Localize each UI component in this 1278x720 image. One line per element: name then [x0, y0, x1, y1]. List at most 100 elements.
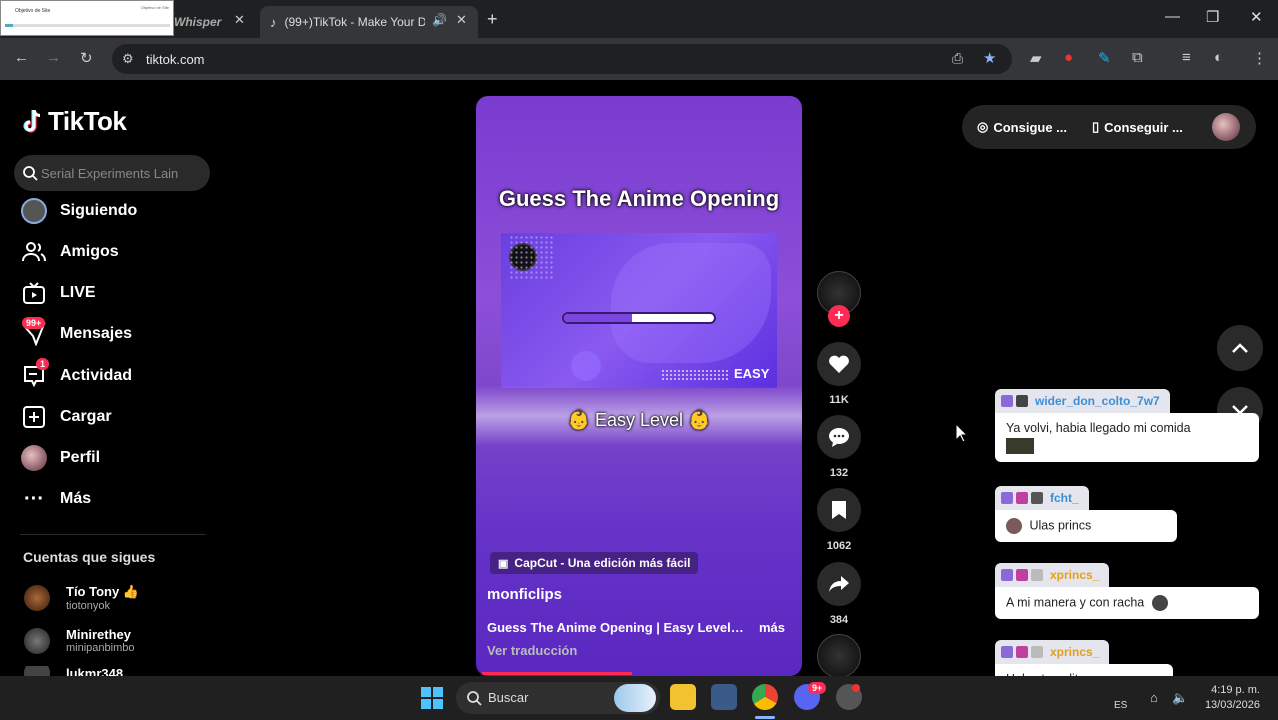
avatar	[24, 627, 50, 654]
app-pinned-icon[interactable]	[711, 684, 737, 710]
site-info-icon[interactable]: ⚙	[122, 51, 134, 67]
tab-tiktok[interactable]: ♪ (99+)TikTok - Make Your Da 🔊 ✕	[260, 6, 478, 38]
taskbar-search[interactable]: Buscar	[456, 682, 660, 714]
nav-cargar[interactable]: Cargar	[20, 402, 210, 432]
close-tab-icon[interactable]: ✕	[456, 12, 467, 28]
extension-icon[interactable]: ▰	[1030, 49, 1042, 67]
chat-badge-icon	[1001, 569, 1013, 581]
heart-icon	[817, 342, 861, 386]
creator-avatar-button[interactable]: +	[817, 271, 861, 327]
avatar	[24, 666, 50, 676]
comment-button[interactable]: 132	[817, 415, 861, 479]
file-explorer-icon[interactable]	[670, 684, 696, 710]
chat-user-tag: wider_don_colto_7w7	[995, 389, 1170, 413]
like-button[interactable]: 11K	[817, 342, 861, 406]
restore-icon[interactable]: ❐	[1206, 8, 1219, 26]
install-app-icon[interactable]: ⎙	[952, 50, 963, 67]
search-box[interactable]	[14, 155, 210, 191]
extensions-puzzle-icon[interactable]: ⧉	[1132, 49, 1143, 66]
nav-amigos[interactable]: Amigos	[20, 237, 210, 267]
save-button[interactable]: 1062	[817, 488, 861, 552]
sound-disc-button[interactable]	[817, 634, 861, 676]
windows-start-icon[interactable]	[421, 687, 443, 709]
decor-dots	[509, 235, 553, 279]
adblock-icon[interactable]: ●	[1064, 49, 1073, 66]
video-author[interactable]: monficlips	[487, 586, 562, 603]
search-icon	[23, 166, 38, 181]
follow-plus-icon[interactable]: +	[828, 305, 850, 327]
translate-extension-icon[interactable]: ✎	[1098, 49, 1111, 67]
comment-count: 132	[829, 467, 849, 479]
share-button[interactable]: 384	[817, 562, 861, 626]
chat-badge-icon	[1031, 569, 1043, 581]
account-name: lukmr348	[66, 666, 124, 676]
url-text[interactable]: tiktok.com	[146, 52, 205, 67]
get-coins-button[interactable]: ◎ Consigue ...	[977, 119, 1067, 135]
followed-account[interactable]: Minirethey minipanbimbo	[24, 627, 134, 654]
language-indicator[interactable]: ES	[1114, 700, 1127, 711]
video-overlay-title: Guess The Anime Opening	[498, 186, 780, 211]
volume-icon[interactable]: 🔈	[1172, 690, 1188, 706]
nav-siguiendo[interactable]: Siguiendo	[20, 196, 210, 226]
back-icon[interactable]: ←	[14, 49, 29, 66]
chevron-up-icon	[1232, 343, 1248, 353]
chat-text: Ulas princs	[1029, 518, 1092, 533]
more-dots-icon: ···	[24, 487, 44, 510]
taskbar-search-label: Buscar	[488, 690, 529, 705]
messages-badge: 99+	[22, 317, 46, 329]
bookmark-star-icon[interactable]: ★	[983, 49, 996, 67]
upload-plus-icon	[20, 403, 48, 431]
chat-badge-icon	[1016, 395, 1028, 407]
video-player[interactable]: Guess The Anime Opening EASY 👶 Easy Leve…	[476, 96, 802, 676]
translate-link[interactable]: Ver traducción	[487, 643, 577, 658]
nav-mensajes[interactable]: 99+ Mensajes	[20, 317, 210, 349]
followed-account[interactable]: Tío Tony 👍 tiotonyok	[24, 584, 139, 612]
video-progress-bar[interactable]	[482, 672, 632, 675]
chat-username: fcht_	[1050, 491, 1079, 505]
tab-preview-thumbnail[interactable]: Objetivo de Site Objetivo de Site	[0, 0, 174, 36]
address-bar[interactable]: ⚙ tiktok.com ⎙ ★	[112, 44, 1012, 74]
close-tab-icon[interactable]: ✕	[234, 12, 245, 28]
media-control-icon[interactable]: ≡	[1182, 49, 1191, 66]
system-clock[interactable]: 4:19 p. m. 13/03/2026	[1196, 683, 1260, 713]
network-icon[interactable]: ⌂	[1150, 690, 1158, 705]
user-avatar[interactable]	[1212, 113, 1240, 141]
forward-icon[interactable]: →	[46, 49, 61, 66]
tiktok-wordmark: TikTok	[48, 106, 127, 136]
music-disc-icon	[817, 634, 861, 676]
discord-badge: 9+	[808, 682, 827, 694]
nav-mas[interactable]: ··· Más	[20, 484, 210, 514]
more-link[interactable]: más	[759, 620, 785, 635]
chrome-icon[interactable]	[752, 684, 778, 710]
chat-badge-icon	[1001, 646, 1013, 658]
speaker-icon[interactable]: 🔊	[432, 13, 447, 27]
search-input[interactable]	[41, 155, 206, 191]
messages-icon: 99+	[20, 317, 48, 348]
tab-whisper[interactable]: Whisper ✕	[174, 6, 260, 38]
profile-avatar-icon[interactable]: ◐	[1214, 49, 1223, 66]
comment-icon	[817, 415, 861, 459]
nav-live[interactable]: LIVE	[20, 278, 210, 308]
menu-kebab-icon[interactable]: ⋮	[1252, 49, 1267, 67]
tiktok-logo[interactable]: TikTok	[22, 106, 127, 137]
previous-video-button[interactable]	[1217, 325, 1263, 371]
chat-emote	[1151, 595, 1168, 611]
song-progress-bar	[562, 312, 716, 324]
followed-account[interactable]: lukmr348	[24, 666, 123, 676]
reload-icon[interactable]: ↻	[80, 49, 93, 67]
tab-title: Whisper	[174, 15, 222, 29]
account-name: Minirethey	[66, 627, 132, 642]
minimize-icon[interactable]: —	[1165, 8, 1180, 25]
decor-dots	[661, 369, 729, 381]
browser-toolbar: ← → ↻ ⚙ tiktok.com ⎙ ★ ▰ ● ✎ ⧉ ≡ ◐ ⋮	[0, 38, 1278, 80]
tiktok-note-icon	[23, 109, 41, 133]
close-window-icon[interactable]: ✕	[1250, 8, 1263, 26]
capcut-tag[interactable]: ▣ CapCut - Una edición más fácil	[490, 552, 699, 574]
new-tab-button[interactable]: +	[487, 9, 498, 30]
save-count: 1062	[826, 540, 852, 552]
nav-perfil[interactable]: Perfil	[20, 443, 210, 473]
get-app-button[interactable]: ▯ Conseguir ...	[1092, 119, 1183, 135]
decor-blob	[611, 243, 771, 363]
nav-actividad[interactable]: 1 Actividad	[20, 358, 210, 391]
coin-icon: ◎	[977, 119, 989, 134]
